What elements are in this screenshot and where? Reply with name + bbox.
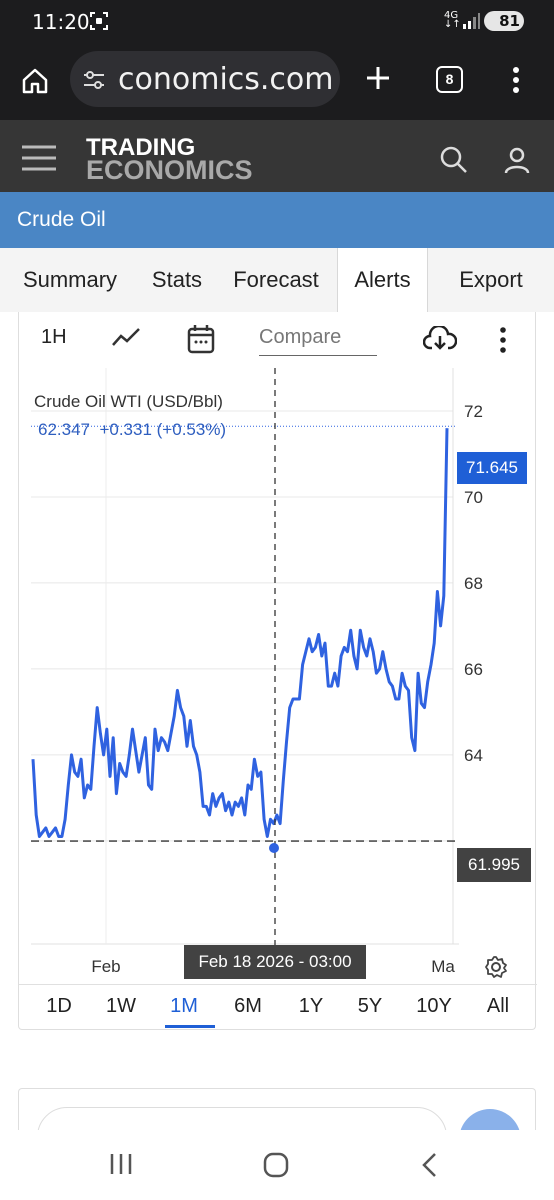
crosshair-date-label: Feb 18 2026 - 03:00	[184, 945, 366, 979]
section-tabs: Summary Stats Forecast Alerts Export	[0, 248, 554, 312]
home-nav-icon[interactable]	[263, 1152, 289, 1183]
tab-stats[interactable]: Stats	[140, 248, 214, 312]
y-tick-label: 68	[464, 574, 483, 593]
site-logo[interactable]: TRADING ECONOMICS	[86, 136, 253, 185]
range-10y[interactable]: 10Y	[409, 995, 459, 1018]
range-selector: 1D 1W 1M 6M 1Y 5Y 10Y All	[19, 984, 537, 1030]
range-1w[interactable]: 1W	[96, 995, 146, 1018]
status-time: 11:20	[32, 10, 90, 34]
range-1d[interactable]: 1D	[34, 995, 84, 1018]
battery-level: 81	[499, 12, 520, 30]
y-tick-label: 64	[464, 746, 483, 765]
chart-card: 1H Compare 64 66 68 70 72 Feb Ma Crude Oil WTI…	[18, 312, 537, 1030]
battery-indicator: 81	[484, 11, 524, 31]
tab-summary[interactable]: Summary	[0, 248, 140, 312]
legend-last-value: 62.347	[38, 420, 90, 439]
y-tick-label: 70	[464, 488, 483, 507]
price-chart[interactable]: 64 66 68 70 72 Feb Ma	[19, 312, 537, 984]
home-icon[interactable]	[20, 66, 50, 101]
tab-export[interactable]: Export	[428, 248, 554, 312]
back-nav-icon[interactable]	[420, 1152, 440, 1183]
system-nav-bar	[0, 1130, 554, 1200]
logo-line2: ECONOMICS	[86, 155, 253, 185]
range-5y[interactable]: 5Y	[345, 995, 395, 1018]
range-1m[interactable]: 1M	[159, 995, 209, 1018]
recent-apps-icon[interactable]	[108, 1152, 134, 1181]
last-price-label: 71.645	[457, 452, 527, 484]
network-indicator: 4G ↓↑	[444, 10, 461, 30]
x-tick-label: Ma	[431, 957, 455, 976]
crosshair-point	[269, 843, 279, 853]
tab-alerts[interactable]: Alerts	[337, 248, 428, 312]
range-all[interactable]: All	[473, 995, 523, 1018]
browser-menu-icon[interactable]	[512, 66, 520, 99]
site-header: TRADING ECONOMICS	[0, 120, 554, 192]
status-bar: 11:20 4G ↓↑ 81	[0, 0, 554, 44]
crosshair-price-label: 61.995	[457, 848, 531, 882]
user-icon[interactable]	[503, 146, 531, 179]
y-tick-label: 66	[464, 660, 483, 679]
new-tab-icon[interactable]	[364, 64, 392, 97]
chart-settings-gear-icon[interactable]	[484, 955, 508, 984]
signal-icon	[462, 12, 480, 35]
range-1y[interactable]: 1Y	[286, 995, 336, 1018]
address-bar[interactable]: conomics.com	[70, 51, 340, 107]
site-settings-icon[interactable]	[82, 69, 106, 96]
y-tick-label: 72	[464, 402, 483, 421]
range-6m[interactable]: 6M	[223, 995, 273, 1018]
screen-record-icon	[90, 12, 108, 35]
tab-forecast[interactable]: Forecast	[214, 248, 338, 312]
price-series-line	[31, 428, 449, 838]
legend-title: Crude Oil WTI (USD/Bbl)	[34, 392, 223, 411]
x-tick-label: Feb	[91, 957, 120, 976]
page-title: Crude Oil	[17, 208, 106, 231]
tab-switcher-button[interactable]: 8	[436, 66, 463, 93]
hamburger-menu-icon[interactable]	[20, 142, 58, 179]
browser-toolbar: conomics.com 8	[0, 44, 554, 120]
legend-change: +0.331 (+0.53%)	[99, 420, 227, 439]
url-text: conomics.com	[118, 62, 334, 97]
page-title-bar: Crude Oil	[0, 192, 554, 248]
search-icon[interactable]	[440, 146, 468, 179]
legend-value: 62.347 +0.331 (+0.53%)	[38, 420, 226, 440]
active-range-indicator	[165, 1025, 215, 1028]
